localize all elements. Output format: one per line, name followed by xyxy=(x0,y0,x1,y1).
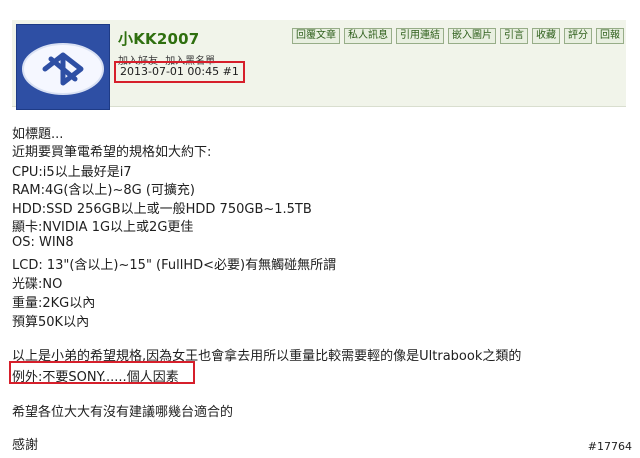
post-line-hdd: HDD:SSD 256GB以上或一般HDD 750GB~1.5TB xyxy=(12,202,312,217)
post-number: #1 xyxy=(222,65,239,78)
post-timestamp: 2013-07-01 00:45 xyxy=(120,65,220,78)
bluetooth-logo-icon xyxy=(22,43,104,95)
favorite-button[interactable]: 收藏 xyxy=(532,28,560,44)
post-line-weight: 重量:2KG以內 xyxy=(12,296,96,311)
post-line-request: 近期要買筆電希望的規格如大約下: xyxy=(12,145,212,160)
post-line-ram: RAM:4G(含以上)~8G (可擴充) xyxy=(12,183,195,198)
avatar[interactable] xyxy=(16,24,110,110)
post-line-thanks: 感謝 xyxy=(12,438,39,453)
post-meta: 2013-07-01 00:45 #1 xyxy=(114,61,245,83)
report-button[interactable]: 回報 xyxy=(596,28,624,44)
private-message-button[interactable]: 私人訊息 xyxy=(344,28,392,44)
user-block: 小KK2007 加入好友 加入黑名單 xyxy=(118,28,215,67)
reply-button[interactable]: 回覆文章 xyxy=(292,28,340,44)
username[interactable]: 小KK2007 xyxy=(118,28,199,49)
quote-button[interactable]: 引言 xyxy=(500,28,528,44)
post-line-intro: 如標題... xyxy=(12,127,64,142)
post-line-gpu: 顯卡:NVIDIA 1G以上或2G更佳 xyxy=(12,220,194,235)
rate-button[interactable]: 評分 xyxy=(564,28,592,44)
post-line-os: OS: WIN8 xyxy=(12,235,74,250)
embed-image-button[interactable]: 嵌入圖片 xyxy=(448,28,496,44)
exception-highlight-box xyxy=(9,361,195,384)
post-line-cpu: CPU:i5以上最好是i7 xyxy=(12,165,132,180)
post-line-budget: 預算50K以內 xyxy=(12,315,90,330)
post-line-question: 希望各位大大有沒有建議哪幾台適合的 xyxy=(12,405,234,420)
quote-link-button[interactable]: 引用連結 xyxy=(396,28,444,44)
post-line-optical: 光碟:NO xyxy=(12,277,63,292)
watermark: #17764 xyxy=(587,440,632,453)
post-line-lcd: LCD: 13"(含以上)~15" (FullHD<必要)有無觸碰無所謂 xyxy=(12,258,337,273)
post-toolbar: 回覆文章 私人訊息 引用連結 嵌入圖片 引言 收藏 評分 回報 xyxy=(292,28,624,44)
